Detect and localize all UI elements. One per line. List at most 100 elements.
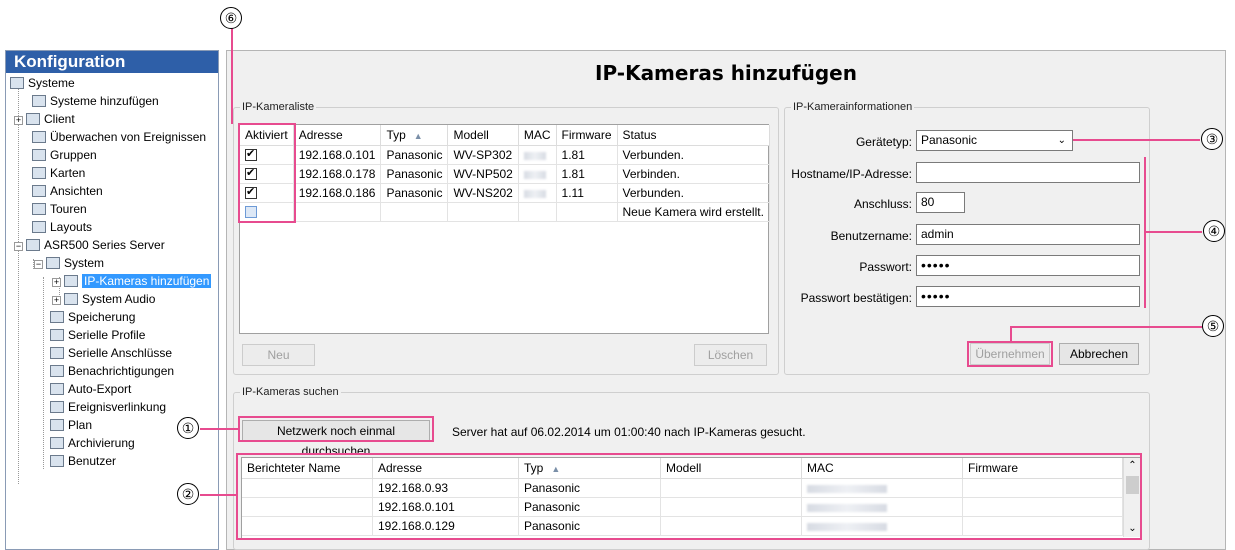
maps-icon <box>32 167 46 179</box>
groups-icon <box>32 149 46 161</box>
leader-line-2 <box>200 494 236 496</box>
new-camera-button[interactable]: Neu <box>242 344 315 366</box>
archive-icon <box>50 437 64 449</box>
mac-cell-redacted <box>518 183 557 203</box>
client-icon <box>26 113 40 125</box>
table-row[interactable]: 192.168.0.129 Panasonic <box>242 516 1123 536</box>
col-firmware[interactable]: Firmware <box>962 458 1123 479</box>
tree-item-ansichten[interactable]: Ansichten <box>32 183 103 200</box>
active-checkbox[interactable] <box>245 147 257 161</box>
col-reported-name[interactable]: Berichteter Name <box>242 458 373 479</box>
plan-icon <box>50 419 64 431</box>
add-system-icon <box>32 95 46 107</box>
callout-2: ② <box>177 483 199 505</box>
table-row[interactable]: 192.168.0.186 Panasonic WV-NS202 1.11 Ve… <box>240 183 770 203</box>
tree-item-serielle-anschluesse[interactable]: Serielle Anschlüsse <box>50 345 172 362</box>
col-mac[interactable]: MAC <box>518 125 557 146</box>
col-typ[interactable]: Typ ▲ <box>380 125 449 146</box>
config-tree-title: Konfiguration <box>6 51 218 73</box>
cancel-button[interactable]: Abbrechen <box>1059 343 1139 365</box>
expand-icon[interactable]: + <box>14 116 23 125</box>
tree-item-serielle-profile[interactable]: Serielle Profile <box>50 327 145 344</box>
tree-item-plan[interactable]: Plan <box>50 417 92 434</box>
leader-line-5 <box>1010 326 1202 328</box>
tree-item-auto-export[interactable]: Auto-Export <box>50 381 131 398</box>
tree-item-ueberwachen[interactable]: Überwachen von Ereignissen <box>32 129 206 146</box>
tree-item-ereignisverlinkung[interactable]: Ereignisverlinkung <box>50 399 166 416</box>
auto-export-icon <box>50 383 64 395</box>
tree-item-archivierung[interactable]: Archivierung <box>50 435 135 452</box>
scroll-up-icon[interactable]: ⌃ <box>1124 458 1141 474</box>
col-status[interactable]: Status <box>617 125 770 146</box>
col-mac[interactable]: MAC <box>801 458 963 479</box>
tree-item-benutzer[interactable]: Benutzer <box>50 453 116 470</box>
camera-info-legend: IP-Kamerainformationen <box>793 101 913 113</box>
config-tree-panel: Konfiguration Systeme Systeme hinzufügen… <box>5 50 219 550</box>
col-type[interactable]: Typ ▲ <box>518 458 661 479</box>
tree-item-gruppen[interactable]: Gruppen <box>32 147 97 164</box>
tree-item-system[interactable]: − System <box>34 255 104 272</box>
table-row[interactable]: 192.168.0.101 Panasonic <box>242 497 1123 517</box>
systems-icon <box>10 77 24 89</box>
callout-3: ③ <box>1201 128 1223 150</box>
mac-cell-redacted <box>801 516 963 536</box>
col-firmware[interactable]: Firmware <box>556 125 618 146</box>
tree-item-systeme[interactable]: Systeme <box>10 75 75 92</box>
active-checkbox[interactable] <box>245 166 257 180</box>
delete-camera-button[interactable]: Löschen <box>694 344 767 366</box>
col-modell[interactable]: Modell <box>447 125 519 146</box>
tree-item-speicherung[interactable]: Speicherung <box>50 309 135 326</box>
expand-icon[interactable]: + <box>52 296 61 305</box>
layouts-icon <box>32 221 46 233</box>
tree-item-system-audio[interactable]: + System Audio <box>52 291 155 308</box>
col-address[interactable]: Adresse <box>372 458 519 479</box>
results-scrollbar[interactable]: ⌃ ⌄ <box>1123 458 1141 537</box>
server-icon <box>26 239 40 251</box>
username-field[interactable]: admin <box>916 224 1140 245</box>
leader-line-1 <box>200 428 238 430</box>
password-field[interactable]: ••••• <box>916 255 1140 276</box>
rescan-network-button[interactable]: Netzwerk noch einmal durchsuchen <box>242 420 430 458</box>
tree-item-client[interactable]: + Client <box>14 111 75 128</box>
port-label: Anschluss: <box>853 197 912 211</box>
main-panel: IP-Kameras hinzufügen IP-Kameraliste Akt… <box>226 50 1226 550</box>
tree-item-karten[interactable]: Karten <box>32 165 85 182</box>
table-row[interactable]: Neue Kamera wird erstellt. <box>240 202 770 222</box>
table-row[interactable]: 192.168.0.178 Panasonic WV-NP502 1.81 Ve… <box>240 164 770 184</box>
tree-item-layouts[interactable]: Layouts <box>32 219 92 236</box>
sort-up-icon: ▲ <box>551 464 561 474</box>
port-field[interactable]: 80 <box>916 192 965 213</box>
mac-cell-redacted <box>801 478 963 498</box>
device-type-label: Gerätetyp: <box>855 135 912 149</box>
sort-up-icon: ▲ <box>413 131 423 141</box>
chevron-down-icon: ⌄ <box>1057 135 1066 146</box>
active-checkbox[interactable] <box>245 185 257 199</box>
tree-item-ip-kameras[interactable]: + IP-Kameras hinzufügen <box>52 273 212 290</box>
collapse-icon[interactable]: − <box>14 242 23 251</box>
callout-1: ① <box>177 417 199 439</box>
callout-6: ⑥ <box>220 7 242 29</box>
scroll-thumb[interactable] <box>1126 476 1139 494</box>
expand-icon[interactable]: + <box>52 278 61 287</box>
tree-item-touren[interactable]: Touren <box>32 201 87 218</box>
serial-profile-icon <box>50 329 64 341</box>
tree-item-systeme-hinzufuegen[interactable]: Systeme hinzufügen <box>32 93 159 110</box>
device-type-select[interactable]: Panasonic ⌄ <box>916 130 1073 151</box>
col-model[interactable]: Modell <box>660 458 802 479</box>
col-adresse[interactable]: Adresse <box>293 125 382 146</box>
scroll-down-icon[interactable]: ⌄ <box>1124 521 1141 537</box>
hostname-field[interactable] <box>916 162 1140 183</box>
confirm-password-field[interactable]: ••••• <box>916 286 1140 307</box>
apply-button[interactable]: Übernehmen <box>970 343 1050 365</box>
camera-search-legend: IP-Kameras suchen <box>242 386 339 398</box>
active-checkbox[interactable] <box>245 206 257 218</box>
tree-item-server[interactable]: − ASR500 Series Server <box>14 237 165 254</box>
mac-cell-redacted <box>518 145 557 165</box>
mac-cell-redacted <box>801 497 963 517</box>
table-row[interactable]: 192.168.0.93 Panasonic <box>242 478 1123 498</box>
col-aktiviert[interactable]: Aktiviert <box>240 125 294 146</box>
page-title: IP-Kameras hinzufügen <box>595 61 857 85</box>
collapse-icon[interactable]: − <box>34 260 43 269</box>
tree-item-benachrichtigungen[interactable]: Benachrichtigungen <box>50 363 174 380</box>
table-row[interactable]: 192.168.0.101 Panasonic WV-SP302 1.81 Ve… <box>240 145 770 165</box>
